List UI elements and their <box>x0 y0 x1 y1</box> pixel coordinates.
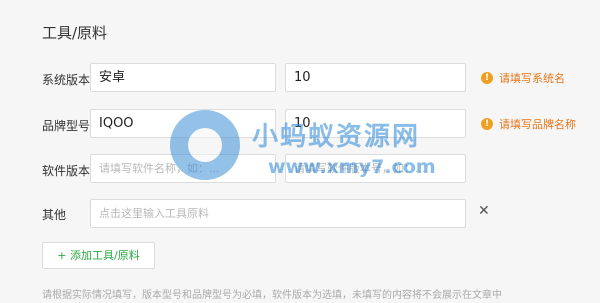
software-version-input[interactable]: 请填写软件版本号，如：... <box>285 154 466 183</box>
footnote: 请根据实际情况填写，版本型号和品牌型号为必填，软件版本为选填，未填写的内容将不会… <box>42 290 502 301</box>
brand-model-input[interactable]: 10 <box>285 109 466 138</box>
row-label-system-version: 系统版本 <box>42 73 91 87</box>
row-label-software-version: 软件版本 <box>42 164 91 178</box>
system-hint: ! 请填写系统名 <box>481 70 565 86</box>
system-hint-text: 请填写系统名 <box>499 72 565 85</box>
section-title: 工具/原料 <box>42 24 108 42</box>
other-material-input[interactable]: 点击这里输入工具原料 <box>90 199 466 228</box>
software-name-input[interactable]: 请填写软件名称，如：... <box>90 154 276 183</box>
close-icon[interactable]: ✕ <box>478 203 490 219</box>
brand-name-input[interactable]: IQOO <box>90 109 276 138</box>
row-label-other: 其他 <box>42 208 67 222</box>
warning-icon: ! <box>481 72 493 84</box>
warning-icon: ! <box>481 118 493 130</box>
system-version-input[interactable]: 10 <box>285 63 466 92</box>
system-name-input[interactable]: 安卓 <box>90 63 276 92</box>
brand-hint: ! 请填写品牌名称 <box>481 116 576 132</box>
row-label-brand-model: 品牌型号 <box>42 119 91 133</box>
brand-hint-text: 请填写品牌名称 <box>499 118 576 131</box>
add-tool-button[interactable]: + 添加工具/原料 <box>42 242 155 269</box>
